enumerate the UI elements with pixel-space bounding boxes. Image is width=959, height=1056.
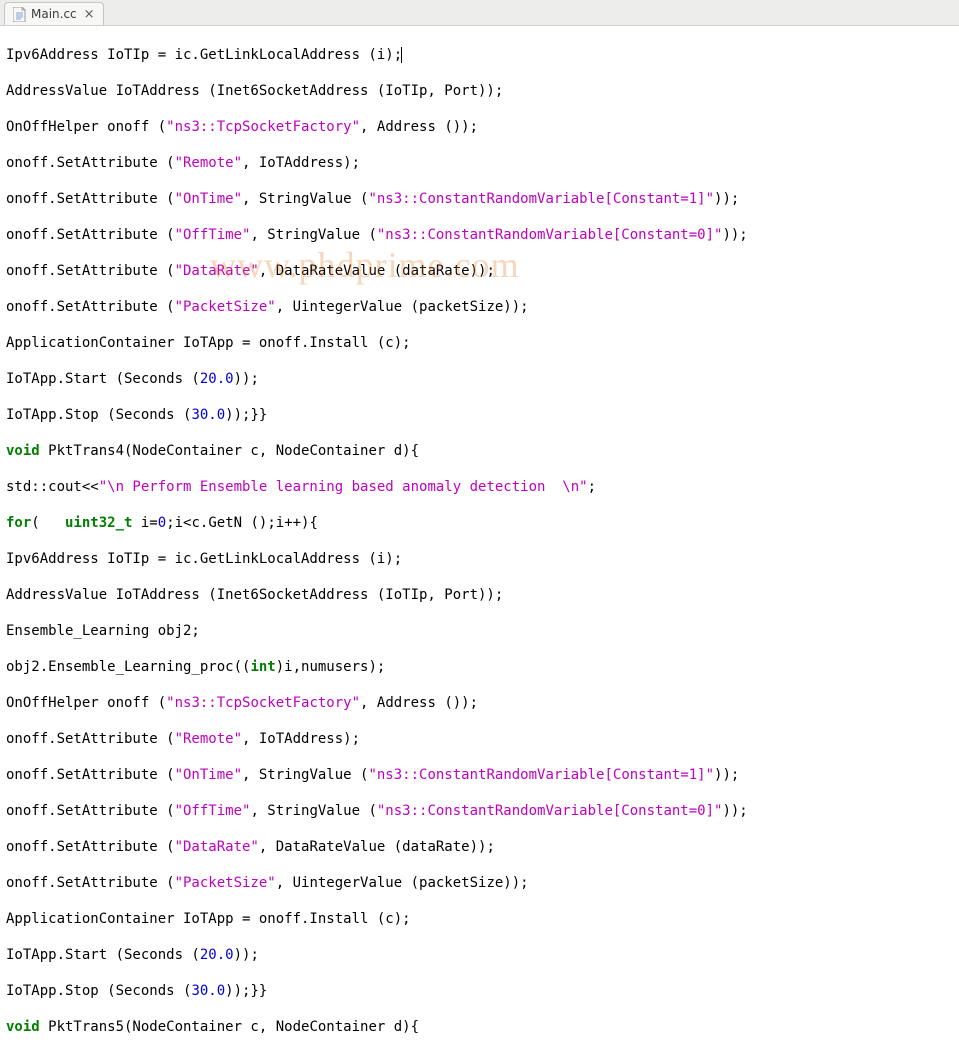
code-line: ApplicationContainer IoTApp = onoff.Inst…	[6, 910, 953, 928]
code-line: onoff.SetAttribute ("DataRate", DataRate…	[6, 262, 953, 280]
code-line: ApplicationContainer IoTApp = onoff.Inst…	[6, 334, 953, 352]
code-line: onoff.SetAttribute ("OnTime", StringValu…	[6, 766, 953, 784]
tab-bar: Main.cc ×	[0, 0, 959, 26]
code-line: onoff.SetAttribute ("DataRate", DataRate…	[6, 838, 953, 856]
code-line: onoff.SetAttribute ("PacketSize", Uinteg…	[6, 298, 953, 316]
code-line: IoTApp.Start (Seconds (20.0));	[6, 370, 953, 388]
code-line: Ipv6Address IoTIp = ic.GetLinkLocalAddre…	[6, 46, 953, 64]
code-line: AddressValue IoTAddress (Inet6SocketAddr…	[6, 586, 953, 604]
code-line: obj2.Ensemble_Learning_proc((int)i,numus…	[6, 658, 953, 676]
file-icon	[13, 7, 26, 22]
code-line: onoff.SetAttribute ("OffTime", StringVal…	[6, 226, 953, 244]
close-icon[interactable]: ×	[84, 8, 95, 21]
code-line: AddressValue IoTAddress (Inet6SocketAddr…	[6, 82, 953, 100]
code-line: std::cout<<"\n Perform Ensemble learning…	[6, 478, 953, 496]
code-line: void PktTrans4(NodeContainer c, NodeCont…	[6, 442, 953, 460]
code-line: onoff.SetAttribute ("OnTime", StringValu…	[6, 190, 953, 208]
code-line: OnOffHelper onoff ("ns3::TcpSocketFactor…	[6, 694, 953, 712]
code-line: Ensemble_Learning obj2;	[6, 622, 953, 640]
tab-main-cc[interactable]: Main.cc ×	[4, 2, 104, 25]
code-line: onoff.SetAttribute ("Remote", IoTAddress…	[6, 730, 953, 748]
code-line: for( uint32_t i=0;i<c.GetN ();i++){	[6, 514, 953, 532]
text-cursor	[401, 47, 402, 63]
code-line: IoTApp.Stop (Seconds (30.0));}}	[6, 982, 953, 1000]
code-line: onoff.SetAttribute ("PacketSize", Uinteg…	[6, 874, 953, 892]
code-line: onoff.SetAttribute ("Remote", IoTAddress…	[6, 154, 953, 172]
code-editor[interactable]: Ipv6Address IoTIp = ic.GetLinkLocalAddre…	[0, 26, 959, 1056]
code-line: IoTApp.Stop (Seconds (30.0));}}	[6, 406, 953, 424]
code-line: Ipv6Address IoTIp = ic.GetLinkLocalAddre…	[6, 550, 953, 568]
tab-filename: Main.cc	[31, 7, 77, 21]
code-line: onoff.SetAttribute ("OffTime", StringVal…	[6, 802, 953, 820]
code-line: OnOffHelper onoff ("ns3::TcpSocketFactor…	[6, 118, 953, 136]
code-line: void PktTrans5(NodeContainer c, NodeCont…	[6, 1018, 953, 1036]
code-line: IoTApp.Start (Seconds (20.0));	[6, 946, 953, 964]
